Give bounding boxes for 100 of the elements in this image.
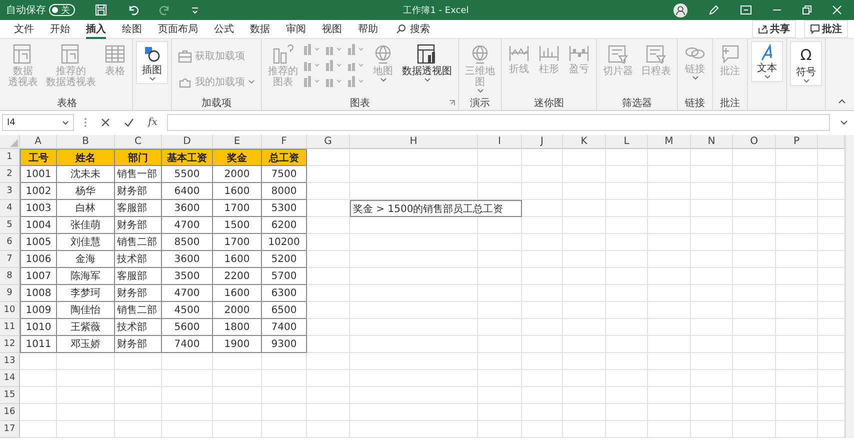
empty-cell[interactable] <box>350 319 478 336</box>
empty-cell[interactable] <box>162 387 213 404</box>
empty-cell[interactable] <box>776 149 818 166</box>
empty-cell[interactable] <box>606 268 648 285</box>
empty-cell[interactable] <box>776 234 818 251</box>
save-icon[interactable] <box>95 4 107 16</box>
empty-cell[interactable] <box>350 234 478 251</box>
row-header[interactable]: 2 <box>0 166 20 183</box>
empty-cell[interactable] <box>776 302 818 319</box>
share-button[interactable]: 共享 <box>752 20 796 38</box>
empty-cell[interactable] <box>776 336 818 353</box>
empty-cell[interactable] <box>563 166 606 183</box>
empty-cell[interactable] <box>606 234 648 251</box>
empty-cell[interactable] <box>522 370 563 387</box>
column-header[interactable]: G <box>307 135 350 149</box>
empty-cell[interactable] <box>522 251 563 268</box>
empty-cell[interactable] <box>733 302 776 319</box>
empty-cell[interactable] <box>522 149 563 166</box>
empty-cell[interactable] <box>478 285 522 302</box>
empty-cell[interactable] <box>733 268 776 285</box>
empty-cell[interactable] <box>115 387 162 404</box>
column-header[interactable]: M <box>648 135 691 149</box>
formula-input[interactable] <box>167 114 830 131</box>
empty-cell[interactable] <box>776 166 818 183</box>
empty-cell[interactable] <box>350 302 478 319</box>
empty-cell[interactable] <box>563 404 606 421</box>
empty-cell[interactable] <box>776 268 818 285</box>
ribbon-display-icon[interactable] <box>740 5 752 15</box>
empty-cell[interactable] <box>776 370 818 387</box>
empty-cell[interactable] <box>563 353 606 370</box>
empty-cell[interactable] <box>606 302 648 319</box>
empty-cell[interactable] <box>648 200 691 217</box>
empty-cell[interactable] <box>522 421 563 438</box>
empty-cell[interactable] <box>563 302 606 319</box>
column-header[interactable]: E <box>213 135 262 149</box>
row-header[interactable]: 8 <box>0 268 20 285</box>
row-header[interactable]: 9 <box>0 285 20 302</box>
empty-cell[interactable] <box>691 421 733 438</box>
empty-cell[interactable] <box>691 251 733 268</box>
row-header[interactable]: 14 <box>0 370 20 387</box>
column-header[interactable]: D <box>162 135 213 149</box>
empty-cell[interactable] <box>733 183 776 200</box>
menu-tab[interactable]: 审阅 <box>278 20 314 38</box>
empty-cell[interactable] <box>691 336 733 353</box>
empty-cell[interactable] <box>691 319 733 336</box>
empty-cell[interactable] <box>563 200 606 217</box>
empty-cell[interactable] <box>162 353 213 370</box>
empty-cell[interactable] <box>307 183 350 200</box>
empty-cell[interactable] <box>691 370 733 387</box>
empty-cell[interactable] <box>691 166 733 183</box>
empty-cell[interactable] <box>733 336 776 353</box>
empty-cell[interactable] <box>350 285 478 302</box>
empty-cell[interactable] <box>350 353 478 370</box>
empty-cell[interactable] <box>563 149 606 166</box>
empty-cell[interactable] <box>478 217 522 234</box>
empty-cell[interactable] <box>307 421 350 438</box>
empty-cell[interactable] <box>478 404 522 421</box>
collapse-ribbon-icon[interactable] <box>838 99 846 104</box>
column-header[interactable]: K <box>563 135 606 149</box>
empty-cell[interactable] <box>563 268 606 285</box>
row-header[interactable]: 5 <box>0 217 20 234</box>
empty-cell[interactable] <box>733 234 776 251</box>
empty-cell[interactable] <box>606 149 648 166</box>
empty-cell[interactable] <box>478 421 522 438</box>
empty-cell[interactable] <box>522 268 563 285</box>
empty-cell[interactable] <box>350 404 478 421</box>
empty-cell[interactable] <box>478 251 522 268</box>
empty-cell[interactable] <box>350 251 478 268</box>
empty-cell[interactable] <box>733 387 776 404</box>
empty-cell[interactable] <box>733 353 776 370</box>
empty-cell[interactable] <box>350 217 478 234</box>
empty-cell[interactable] <box>162 370 213 387</box>
empty-cell[interactable] <box>606 200 648 217</box>
empty-cell[interactable] <box>648 370 691 387</box>
empty-cell[interactable] <box>478 166 522 183</box>
empty-cell[interactable] <box>522 217 563 234</box>
column-header[interactable]: C <box>115 135 162 149</box>
empty-cell[interactable] <box>522 285 563 302</box>
empty-cell[interactable] <box>563 336 606 353</box>
empty-cell[interactable] <box>307 234 350 251</box>
empty-cell[interactable] <box>648 404 691 421</box>
cancel-icon[interactable] <box>101 118 110 127</box>
empty-cell[interactable] <box>776 319 818 336</box>
empty-cell[interactable] <box>57 370 115 387</box>
empty-cell[interactable] <box>776 421 818 438</box>
column-header[interactable]: B <box>57 135 115 149</box>
search-icon[interactable] <box>396 24 406 34</box>
empty-cell[interactable] <box>776 387 818 404</box>
enter-icon[interactable] <box>124 118 134 127</box>
comments-button[interactable]: 批注 <box>804 20 848 38</box>
empty-cell[interactable] <box>733 319 776 336</box>
empty-cell[interactable] <box>691 404 733 421</box>
menu-tab[interactable]: 开始 <box>42 20 78 38</box>
empty-cell[interactable] <box>478 387 522 404</box>
undo-icon[interactable] <box>127 4 139 16</box>
empty-cell[interactable] <box>691 200 733 217</box>
empty-cell[interactable] <box>350 336 478 353</box>
empty-cell[interactable] <box>648 285 691 302</box>
row-header[interactable]: 17 <box>0 421 20 438</box>
empty-cell[interactable] <box>691 353 733 370</box>
